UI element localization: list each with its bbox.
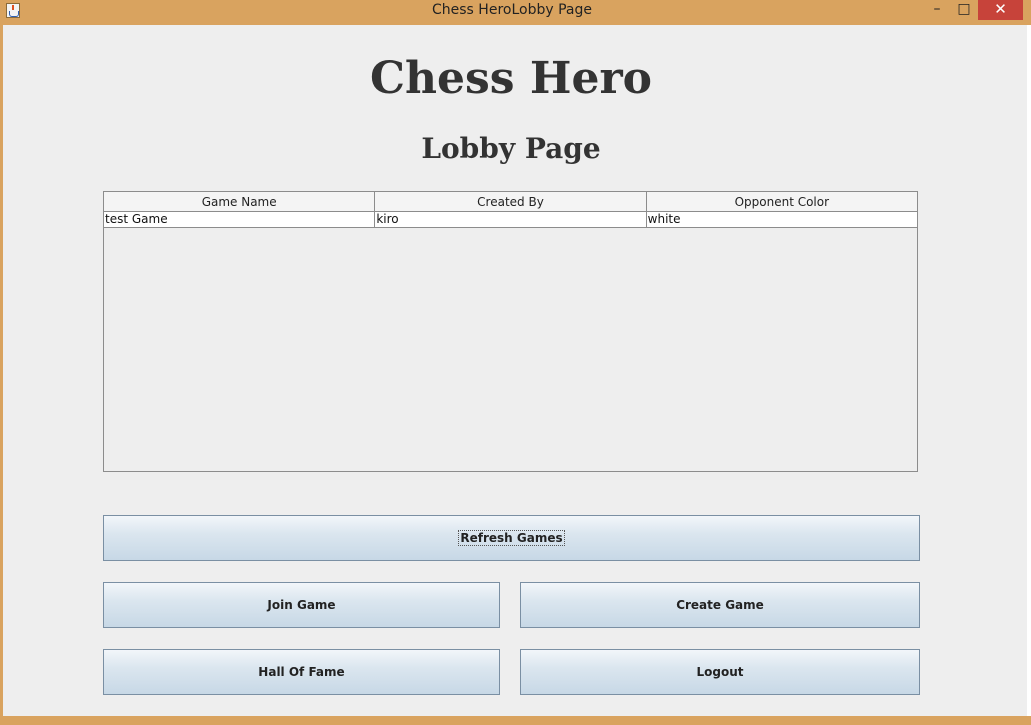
- close-button[interactable]: ✕: [978, 0, 1023, 20]
- create-game-button[interactable]: Create Game: [520, 582, 920, 628]
- page-subheading: Lobby Page: [421, 132, 601, 165]
- table-header: Game Name Created By Opponent Color: [104, 192, 917, 212]
- window-bottom-border: [0, 716, 1031, 725]
- window-edge-strip: [1027, 25, 1031, 716]
- app-heading: Chess Hero: [370, 53, 652, 104]
- column-header-created-by[interactable]: Created By: [375, 192, 647, 211]
- window-title: Chess HeroLobby Page: [432, 2, 592, 18]
- title-bar[interactable]: Chess HeroLobby Page – □ ✕: [0, 0, 1031, 22]
- cell-created-by[interactable]: kiro: [375, 212, 647, 227]
- join-game-button[interactable]: Join Game: [103, 582, 500, 628]
- column-header-opponent-color[interactable]: Opponent Color: [647, 192, 917, 211]
- refresh-games-button[interactable]: Refresh Games: [103, 515, 920, 561]
- lobby-panel: Chess Hero Lobby Page Game Name Created …: [3, 25, 1027, 716]
- games-table[interactable]: Game Name Created By Opponent Color test…: [103, 191, 918, 472]
- cell-game-name[interactable]: test Game: [104, 212, 376, 227]
- maximize-button[interactable]: □: [952, 0, 976, 20]
- logout-button[interactable]: Logout: [520, 649, 920, 695]
- refresh-games-label: Refresh Games: [458, 530, 565, 546]
- table-row[interactable]: test Game kiro white: [104, 212, 917, 228]
- app-window: Chess HeroLobby Page – □ ✕ Chess Hero Lo…: [0, 0, 1031, 725]
- column-header-game-name[interactable]: Game Name: [104, 192, 376, 211]
- minimize-button[interactable]: –: [925, 0, 949, 20]
- hall-of-fame-button[interactable]: Hall Of Fame: [103, 649, 500, 695]
- cell-opponent-color[interactable]: white: [647, 212, 917, 227]
